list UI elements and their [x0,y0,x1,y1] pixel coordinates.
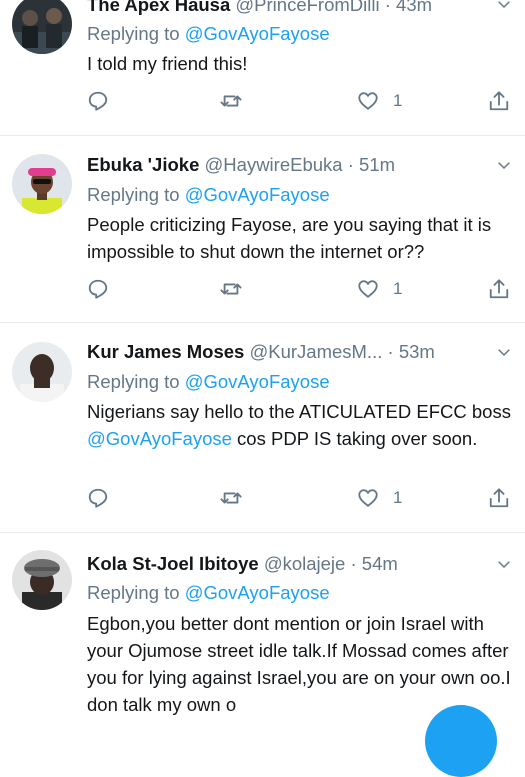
tweet-actions: 1 [87,276,510,302]
replying-to-label: Replying to [87,371,180,392]
chevron-down-icon[interactable] [495,0,513,13]
avatar[interactable] [12,0,72,54]
like-icon [358,92,378,110]
replying-to-label: Replying to [87,23,180,44]
tweet-header: Ebuka 'Jioke @HaywireEbuka · 51m [87,152,485,178]
tweet-text-part: I told my friend this! [87,53,248,74]
display-name[interactable]: The Apex Hausa [87,0,230,15]
tweet-header: Kola St-Joel Ibitoye @kolajeje · 54m [87,551,485,577]
separator-dot: · [384,0,391,15]
avatar[interactable] [12,550,72,610]
reply-button[interactable] [87,276,109,302]
like-button[interactable]: 1 [357,88,402,114]
username[interactable]: @HaywireEbuka [205,154,343,175]
timestamp[interactable]: 53m [399,341,435,362]
like-button[interactable]: 1 [357,485,402,511]
like-count: 1 [393,91,403,110]
tweet-header: The Apex Hausa @PrinceFromDilli · 43m [87,0,485,18]
tweet[interactable]: Kur James Moses @KurJamesM... · 53m Repl… [0,323,525,532]
tweet-text: People criticizing Fayose, are you sayin… [87,211,517,265]
share-icon [489,91,509,111]
like-icon [358,489,378,507]
tweet-actions: 1 [87,485,510,511]
retweet-button[interactable] [220,485,242,511]
tweet-mention[interactable]: @GovAyoFayose [87,428,232,449]
replying-to-label: Replying to [87,582,180,603]
separator-dot: · [347,154,354,175]
share-button[interactable] [488,88,510,114]
tweet-text-part: Egbon,you better dont mention or join Is… [87,613,511,715]
like-button[interactable]: 1 [357,276,402,302]
like-count: 1 [393,488,403,507]
reply-button[interactable] [87,88,109,114]
retweet-icon [220,95,242,107]
username[interactable]: @kolajeje [264,553,346,574]
replying-to: Replying to @GovAyoFayose [87,580,330,606]
like-count: 1 [393,279,403,298]
chevron-down-icon[interactable] [495,156,513,174]
share-button[interactable] [488,276,510,302]
replying-to-mention[interactable]: @GovAyoFayose [185,23,330,44]
tweet-text: Egbon,you better dont mention or join Is… [87,610,517,718]
tweet-text-part: Nigerians say hello to the ATICULATED EF… [87,401,511,422]
tweet-text-part: cos PDP IS taking over soon. [231,428,478,449]
retweet-button[interactable] [220,276,242,302]
display-name[interactable]: Ebuka 'Jioke [87,154,199,175]
timestamp[interactable]: 51m [359,154,395,175]
avatar[interactable] [12,154,72,214]
replying-to-mention[interactable]: @GovAyoFayose [185,582,330,603]
tweet-actions: 1 [87,88,510,114]
tweet[interactable]: The Apex Hausa @PrinceFromDilli · 43m Re… [0,0,525,135]
separator-dot: · [387,341,394,362]
retweet-button[interactable] [220,88,242,114]
replying-to: Replying to @GovAyoFayose [87,369,330,395]
reply-button[interactable] [87,485,109,511]
timestamp[interactable]: 43m [396,0,432,15]
share-button[interactable] [488,485,510,511]
display-name[interactable]: Kur James Moses [87,341,244,362]
reply-icon [88,91,108,111]
share-icon [489,279,509,299]
tweet[interactable]: Ebuka 'Jioke @HaywireEbuka · 51m Replyin… [0,136,525,322]
separator-dot: · [350,553,357,574]
tweet-text: Nigerians say hello to the ATICULATED EF… [87,398,517,452]
chevron-down-icon[interactable] [495,343,513,361]
retweet-icon [220,283,242,295]
replying-to-label: Replying to [87,184,180,205]
tweet-text-part: People criticizing Fayose, are you sayin… [87,214,492,262]
username[interactable]: @KurJamesM... [249,341,382,362]
reply-icon [88,488,108,508]
replying-to: Replying to @GovAyoFayose [87,182,330,208]
username[interactable]: @PrinceFromDilli [235,0,379,15]
avatar[interactable] [12,342,72,402]
timestamp[interactable]: 54m [362,553,398,574]
replying-to-mention[interactable]: @GovAyoFayose [185,371,330,392]
share-icon [489,488,509,508]
replying-to-mention[interactable]: @GovAyoFayose [185,184,330,205]
retweet-icon [220,492,242,504]
reply-icon [88,279,108,299]
replying-to: Replying to @GovAyoFayose [87,21,330,47]
display-name[interactable]: Kola St-Joel Ibitoye [87,553,259,574]
tweet[interactable]: Kola St-Joel Ibitoye @kolajeje · 54m Rep… [0,533,525,720]
like-icon [358,280,378,298]
compose-fab[interactable] [425,705,497,777]
chevron-down-icon[interactable] [495,555,513,573]
tweet-text: I told my friend this! [87,50,517,77]
tweet-header: Kur James Moses @KurJamesM... · 53m [87,339,485,365]
